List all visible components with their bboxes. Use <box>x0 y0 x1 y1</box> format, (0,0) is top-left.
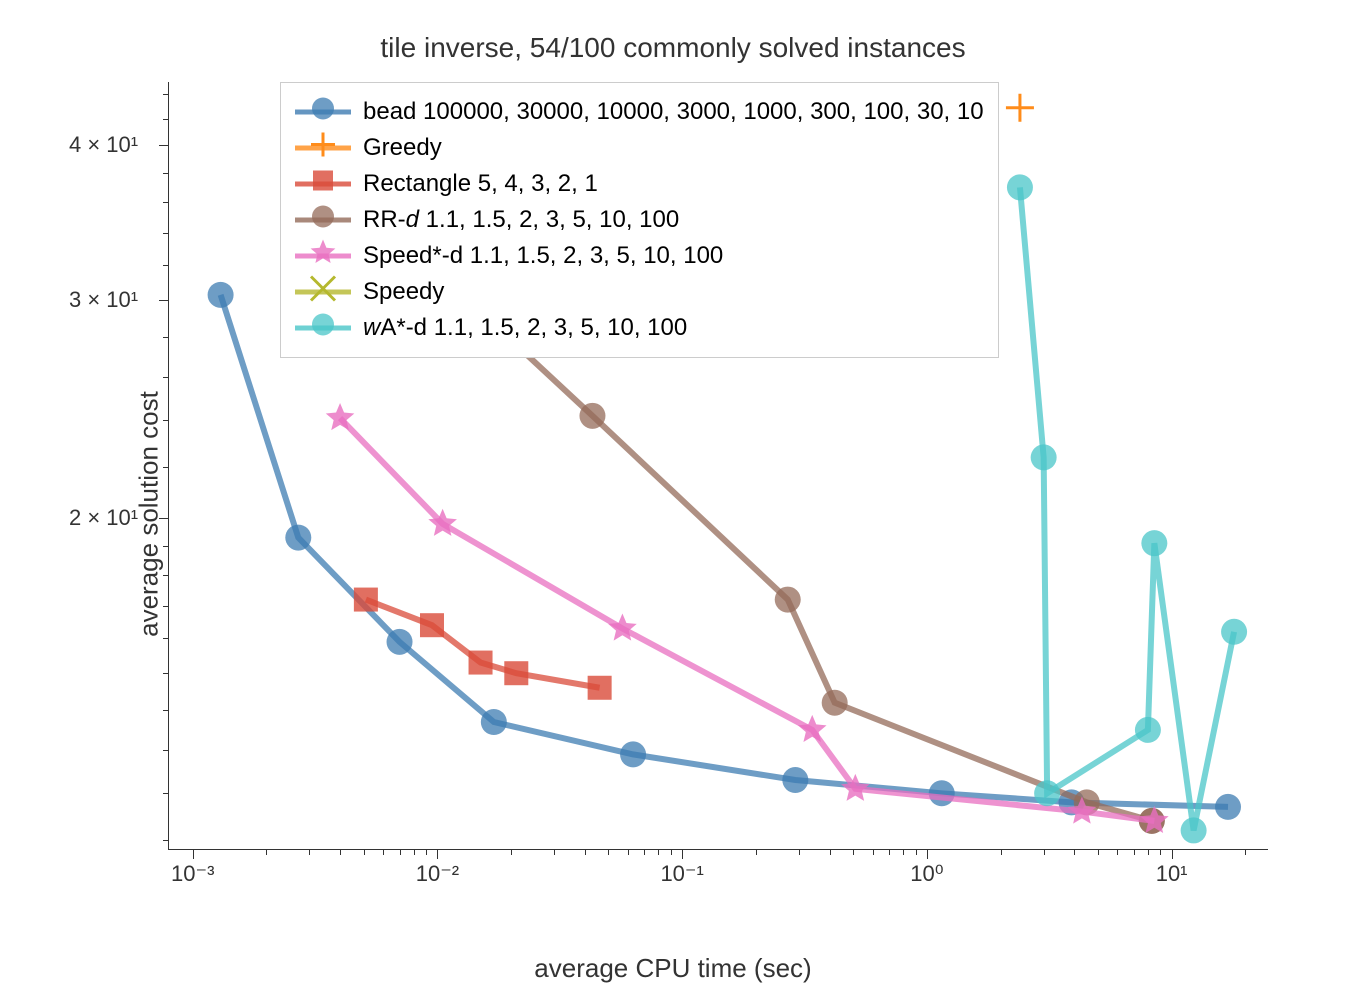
legend-marker <box>295 314 351 342</box>
legend-item: Rectangle 5, 4, 3, 2, 1 <box>295 167 984 201</box>
series-line <box>1020 187 1234 830</box>
data-point <box>420 613 444 637</box>
series-line <box>500 330 1152 821</box>
data-point <box>782 767 808 793</box>
legend-marker <box>295 134 351 162</box>
y-tick-label: 4 × 10¹ <box>69 132 138 158</box>
x-tick-label: 10⁻² <box>416 861 459 887</box>
legend-item: Speed*-d 1.1, 1.5, 2, 3, 5, 10, 100 <box>295 239 984 273</box>
legend-label: Greedy <box>363 134 442 162</box>
legend-item: Greedy <box>295 131 984 165</box>
data-point <box>469 651 493 675</box>
data-point <box>588 676 612 700</box>
data-point <box>608 613 637 640</box>
data-point <box>841 774 870 801</box>
legend-marker <box>295 98 351 126</box>
legend: bead 100000, 30000, 10000, 3000, 1000, 3… <box>280 82 999 358</box>
series-line <box>221 295 1228 807</box>
data-point <box>481 709 507 735</box>
data-point <box>1215 794 1241 820</box>
data-point <box>1068 797 1097 824</box>
x-axis-label: average CPU time (sec) <box>0 953 1346 984</box>
data-point <box>620 741 646 767</box>
legend-item: Speedy <box>295 275 984 309</box>
series-line <box>340 418 1154 821</box>
x-tick-label: 10⁻¹ <box>660 861 703 887</box>
y-tick-label: 3 × 10¹ <box>69 287 138 313</box>
legend-label: Speedy <box>363 278 444 306</box>
data-point <box>208 282 234 308</box>
data-point <box>1006 94 1034 122</box>
data-point <box>387 629 413 655</box>
data-point <box>1059 789 1085 815</box>
data-point <box>285 525 311 551</box>
data-point <box>1221 619 1247 645</box>
x-tick-label: 10¹ <box>1156 861 1188 887</box>
legend-marker <box>295 278 351 306</box>
y-axis-label: average solution cost <box>133 391 164 637</box>
data-point <box>1139 808 1165 834</box>
data-point <box>1140 806 1169 833</box>
chart-container: tile inverse, 54/100 commonly solved ins… <box>0 20 1346 1008</box>
data-point <box>326 403 355 430</box>
legend-marker <box>295 206 351 234</box>
legend-marker <box>295 170 351 198</box>
legend-label: wA*-d 1.1, 1.5, 2, 3, 5, 10, 100 <box>363 314 687 342</box>
data-point <box>1074 789 1100 815</box>
data-point <box>929 780 955 806</box>
data-point <box>1007 174 1033 200</box>
data-point <box>822 690 848 716</box>
chart-title: tile inverse, 54/100 commonly solved ins… <box>0 32 1346 64</box>
legend-label: bead 100000, 30000, 10000, 3000, 1000, 3… <box>363 98 984 126</box>
data-point <box>504 661 528 685</box>
data-point <box>1139 808 1165 834</box>
data-point <box>428 509 457 536</box>
data-point <box>1031 444 1057 470</box>
data-point <box>1181 817 1207 843</box>
data-point <box>579 403 605 429</box>
legend-item: bead 100000, 30000, 10000, 3000, 1000, 3… <box>295 95 984 129</box>
y-tick-label: 2 × 10¹ <box>69 505 138 531</box>
legend-item: RR-d 1.1, 1.5, 2, 3, 5, 10, 100 <box>295 203 984 237</box>
data-point <box>798 715 827 742</box>
legend-label: RR-d 1.1, 1.5, 2, 3, 5, 10, 100 <box>363 206 679 234</box>
x-tick-label: 10⁰ <box>910 861 943 887</box>
data-point <box>1034 780 1060 806</box>
data-point <box>1141 530 1167 556</box>
legend-item: wA*-d 1.1, 1.5, 2, 3, 5, 10, 100 <box>295 311 984 345</box>
legend-label: Rectangle 5, 4, 3, 2, 1 <box>363 170 598 198</box>
data-point <box>1135 717 1161 743</box>
data-point <box>354 588 378 612</box>
data-point <box>775 587 801 613</box>
legend-marker <box>295 242 351 270</box>
series-line <box>366 600 600 688</box>
legend-label: Speed*-d 1.1, 1.5, 2, 3, 5, 10, 100 <box>363 242 723 270</box>
x-tick-label: 10⁻³ <box>171 861 214 887</box>
